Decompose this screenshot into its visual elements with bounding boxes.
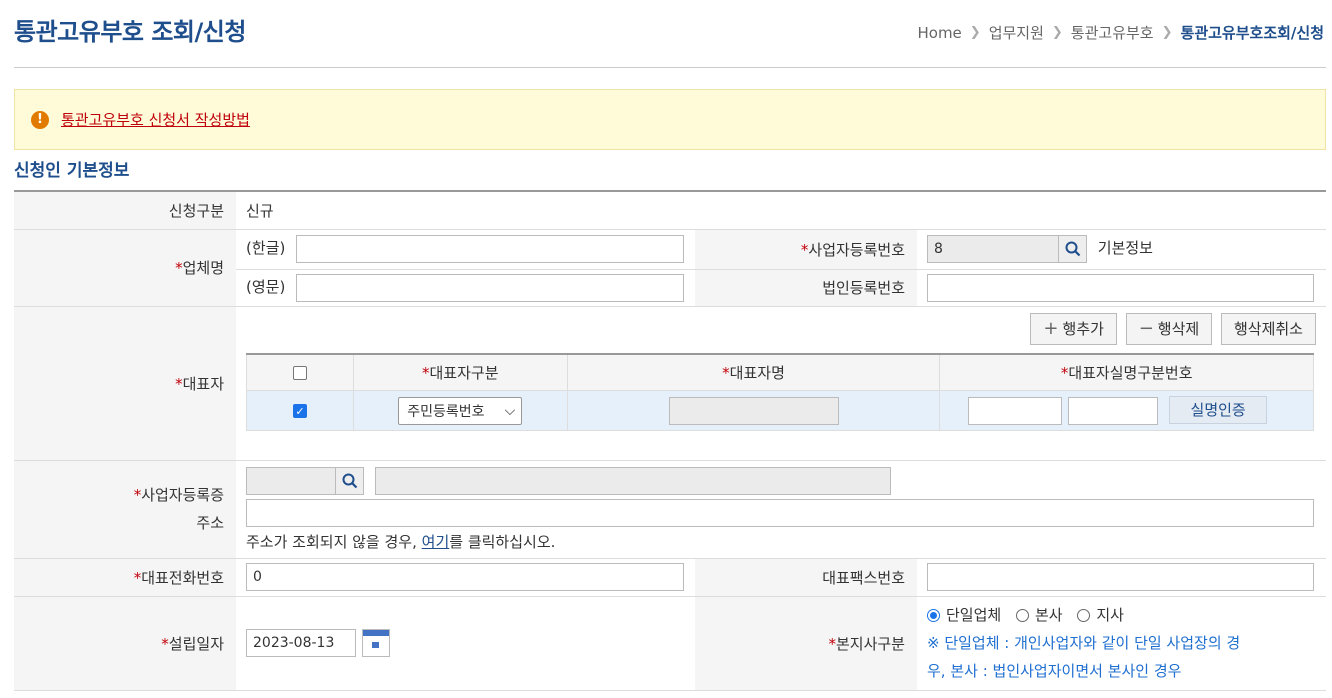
kor-label: (한글) [246,239,286,257]
exclamation-icon: ! [31,110,49,129]
breadcrumb-home[interactable]: Home [917,24,961,42]
breadcrumb: Home ❯ 업무지원 ❯ 통관고유부호 ❯ 통관고유부호조회/신청 [917,22,1324,43]
address-detail-input[interactable] [246,498,1314,527]
breadcrumb-support[interactable]: 업무지원 [989,22,1044,43]
chevron-right-icon: ❯ [1161,25,1173,40]
section-title: 신청인 기본정보 [14,161,130,181]
address-here-link[interactable]: 여기 [422,533,450,551]
plus-icon: + [1043,318,1059,339]
breadcrumb-current: 통관고유부호조회/신청 [1180,24,1324,42]
search-icon[interactable] [336,466,364,495]
table-row: ✓ 주민등록번호 ⌵ 실명인증 [246,390,1314,431]
rep-id-back-input[interactable] [1068,397,1159,426]
est-date-input[interactable] [246,629,356,658]
title-divider [14,67,1326,68]
notice-box: ! 통관고유부호 신청서 작성방법 [14,89,1326,150]
chevron-down-icon: ⌵ [504,402,516,419]
breadcrumb-customs-code[interactable]: 통관고유부호 [1071,22,1154,43]
rep-type-select[interactable]: 주민등록번호 ⌵ [398,396,523,425]
branch-note: ※ 단일업체 : 개인사업자와 같이 단일 사업장의 경 우, 본사 : 법인사업… [927,634,1241,680]
biz-no-input[interactable] [927,235,1059,263]
biz-no-label: *사업자등록번호 [695,229,917,270]
est-date-label: *설립일자 [14,596,236,691]
rep-id-front-input[interactable] [968,397,1063,426]
row-checkbox[interactable]: ✓ [246,390,354,431]
fax-label: 대표팩스번호 [695,558,917,597]
corp-no-label: 법인등록번호 [695,269,917,307]
calendar-icon[interactable] [362,628,390,657]
zipcode-input[interactable] [246,466,336,495]
branch-label: *본지사구분 [695,596,917,691]
rep-label: *대표자 [14,306,236,461]
radio-head-office[interactable]: 본사 [1015,606,1063,624]
address-main-input[interactable] [374,466,891,495]
delete-row-button[interactable]: − 행삭제 [1125,312,1213,345]
chevron-right-icon: ❯ [1051,25,1063,40]
grid-header-rep-name: *대표자명 [566,353,941,391]
company-name-label: *업체명 [14,229,236,307]
phone-input[interactable] [246,563,684,591]
applicant-form: 신청구분 신규 *업체명 (한글) *사업자등록번호 기본정보 (영문) 법인등… [14,190,1326,691]
fax-input[interactable] [927,563,1314,591]
company-name-kor-input[interactable] [296,235,684,263]
phone-label: *대표전화번호 [14,558,236,597]
page-title: 통관고유부호 조회/신청 [14,18,246,46]
radio-branch[interactable]: 지사 [1077,606,1124,624]
add-row-button[interactable]: + 행추가 [1030,312,1117,345]
grid-header-rep-type: *대표자구분 [352,353,568,391]
grid-header-rep-id: *대표자실명구분번호 [939,353,1314,391]
cancel-delete-button[interactable]: 행삭제취소 [1220,312,1316,345]
rep-name-input[interactable] [668,396,839,425]
apply-type-value: 신규 [236,191,1326,230]
company-name-eng-input[interactable] [296,273,684,302]
verify-button[interactable]: 실명인증 [1169,395,1268,424]
corp-no-input[interactable] [927,273,1314,302]
basic-info-link[interactable]: 기본정보 [1098,239,1153,257]
eng-label: (영문) [246,277,286,296]
address-hint: 주소가 조회되지 않을 경우, 여기를 클릭하십시오. [246,532,556,551]
rep-grid: *대표자구분 *대표자명 *대표자실명구분번호 ✓ 주민등록번호 ⌵ 실명인증 [246,352,1314,431]
minus-icon: − [1138,318,1154,339]
search-icon[interactable] [1059,235,1087,263]
select-all-checkbox[interactable] [246,353,354,391]
address-label: *사업자등록증 주소 [14,460,236,559]
guide-link[interactable]: 통관고유부호 신청서 작성방법 [61,109,250,130]
radio-single[interactable]: 단일업체 [927,606,1001,624]
chevron-right-icon: ❯ [969,25,981,40]
apply-type-label: 신청구분 [14,191,236,230]
